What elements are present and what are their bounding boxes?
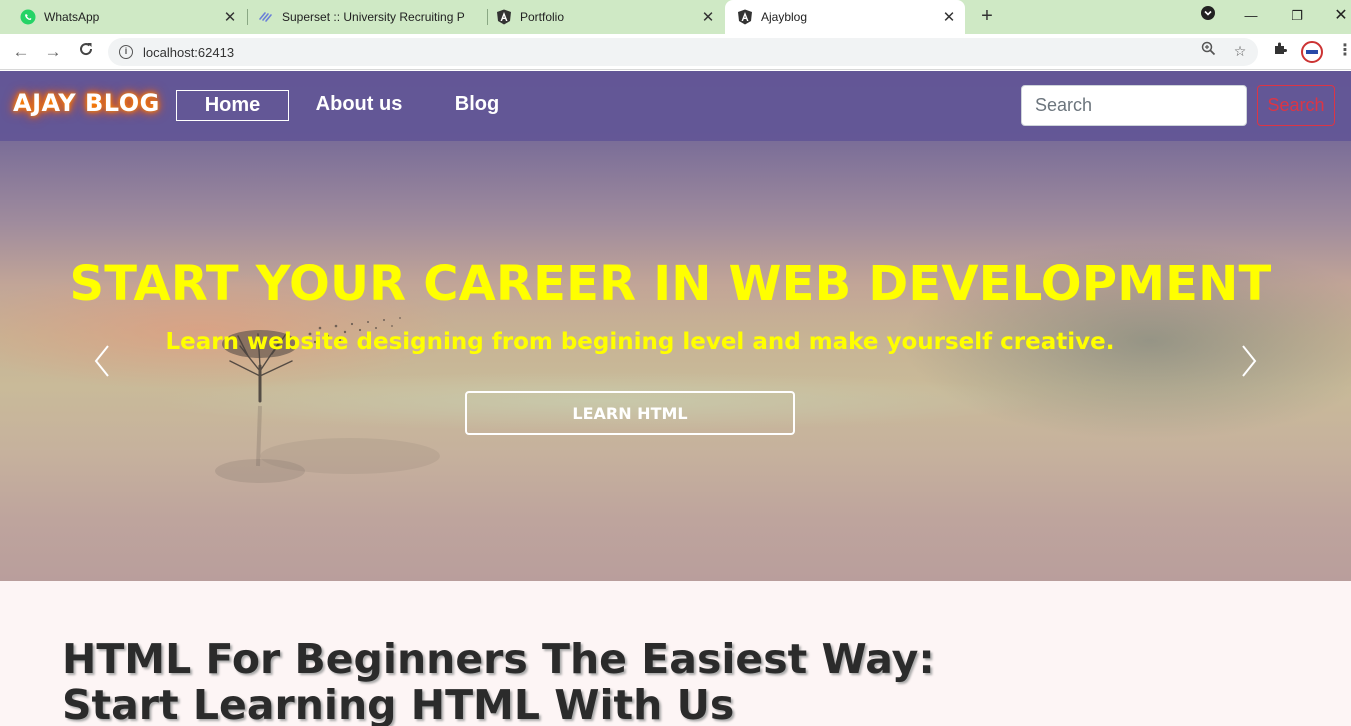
tab-title: WhatsApp bbox=[44, 10, 100, 24]
article-title: HTML For Beginners The Easiest Way: Star… bbox=[62, 636, 962, 726]
bookmark-star-icon[interactable]: ☆ bbox=[1230, 41, 1250, 61]
browser-tab-strip: WhatsApp ✕ Superset :: University Recrui… bbox=[0, 0, 1351, 34]
minimize-button[interactable]: — bbox=[1236, 4, 1266, 28]
chevron-right-icon bbox=[1242, 345, 1257, 377]
nav-home-link[interactable]: Home bbox=[176, 90, 289, 121]
tab-superset[interactable]: Superset :: University Recruiting P bbox=[238, 0, 486, 34]
reload-icon[interactable] bbox=[75, 41, 97, 63]
tab-title: Superset :: University Recruiting P bbox=[282, 10, 465, 24]
tab-title: Portfolio bbox=[520, 10, 565, 24]
forward-arrow-icon[interactable]: → bbox=[42, 41, 64, 63]
chevron-down-icon bbox=[1201, 6, 1215, 20]
hero-subtitle: Learn website designing from begining le… bbox=[165, 329, 1115, 355]
close-icon[interactable]: ✕ bbox=[698, 8, 718, 26]
back-arrow-icon[interactable]: ← bbox=[10, 41, 32, 63]
profile-avatar[interactable] bbox=[1301, 41, 1323, 63]
article-section: HTML For Beginners The Easiest Way: Star… bbox=[0, 581, 1351, 726]
tab-title: Ajayblog bbox=[761, 10, 808, 24]
kebab-menu-icon[interactable]: ⋮ bbox=[1335, 41, 1351, 61]
close-window-button[interactable]: ✕ bbox=[1326, 4, 1351, 28]
chevron-left-icon bbox=[94, 345, 109, 377]
new-tab-button[interactable]: + bbox=[976, 5, 998, 27]
restore-button[interactable]: ❐ bbox=[1282, 4, 1312, 28]
tab-whatsapp[interactable]: WhatsApp ✕ bbox=[0, 0, 246, 34]
carousel-prev-button[interactable] bbox=[88, 341, 118, 381]
angular-icon bbox=[496, 9, 512, 25]
close-icon[interactable]: ✕ bbox=[220, 8, 240, 26]
zoom-icon[interactable] bbox=[1198, 41, 1218, 61]
tab-portfolio[interactable]: Portfolio ✕ bbox=[476, 0, 724, 34]
superset-icon bbox=[258, 9, 274, 25]
web-page: AJAY BLOG Home About us Blog Search STAR… bbox=[0, 71, 1351, 726]
whatsapp-icon bbox=[20, 9, 36, 25]
browser-toolbar: ← → i localhost:62413 ☆ ⋮ bbox=[0, 34, 1351, 70]
carousel-next-button[interactable] bbox=[1233, 341, 1263, 381]
article-title-line-1: HTML For Beginners The Easiest Way: bbox=[62, 635, 935, 683]
nav-about-link[interactable]: About us bbox=[307, 90, 411, 121]
angular-icon bbox=[737, 9, 753, 25]
extensions-icon[interactable] bbox=[1270, 41, 1290, 61]
hero-carousel: AJAY BLOG Home About us Blog Search STAR… bbox=[0, 71, 1351, 581]
info-icon[interactable]: i bbox=[119, 45, 133, 59]
search-button[interactable]: Search bbox=[1257, 85, 1335, 126]
address-bar[interactable]: i localhost:62413 bbox=[108, 38, 1258, 66]
url-text: localhost:62413 bbox=[143, 44, 235, 60]
nav-blog-link[interactable]: Blog bbox=[446, 90, 508, 121]
article-title-line-2: Start Learning HTML With Us bbox=[62, 681, 735, 726]
site-navbar: AJAY BLOG Home About us Blog Search bbox=[0, 71, 1351, 141]
tab-ajayblog[interactable]: Ajayblog ✕ bbox=[725, 0, 965, 34]
learn-html-button[interactable]: LEARN HTML bbox=[465, 391, 795, 435]
search-input[interactable] bbox=[1021, 85, 1247, 126]
site-brand-logo[interactable]: AJAY BLOG bbox=[13, 89, 160, 117]
hero-title: START YOUR CAREER IN WEB DEVELOPMENT bbox=[69, 256, 1272, 312]
close-icon[interactable]: ✕ bbox=[939, 8, 959, 26]
tab-search-button[interactable] bbox=[1193, 4, 1223, 28]
